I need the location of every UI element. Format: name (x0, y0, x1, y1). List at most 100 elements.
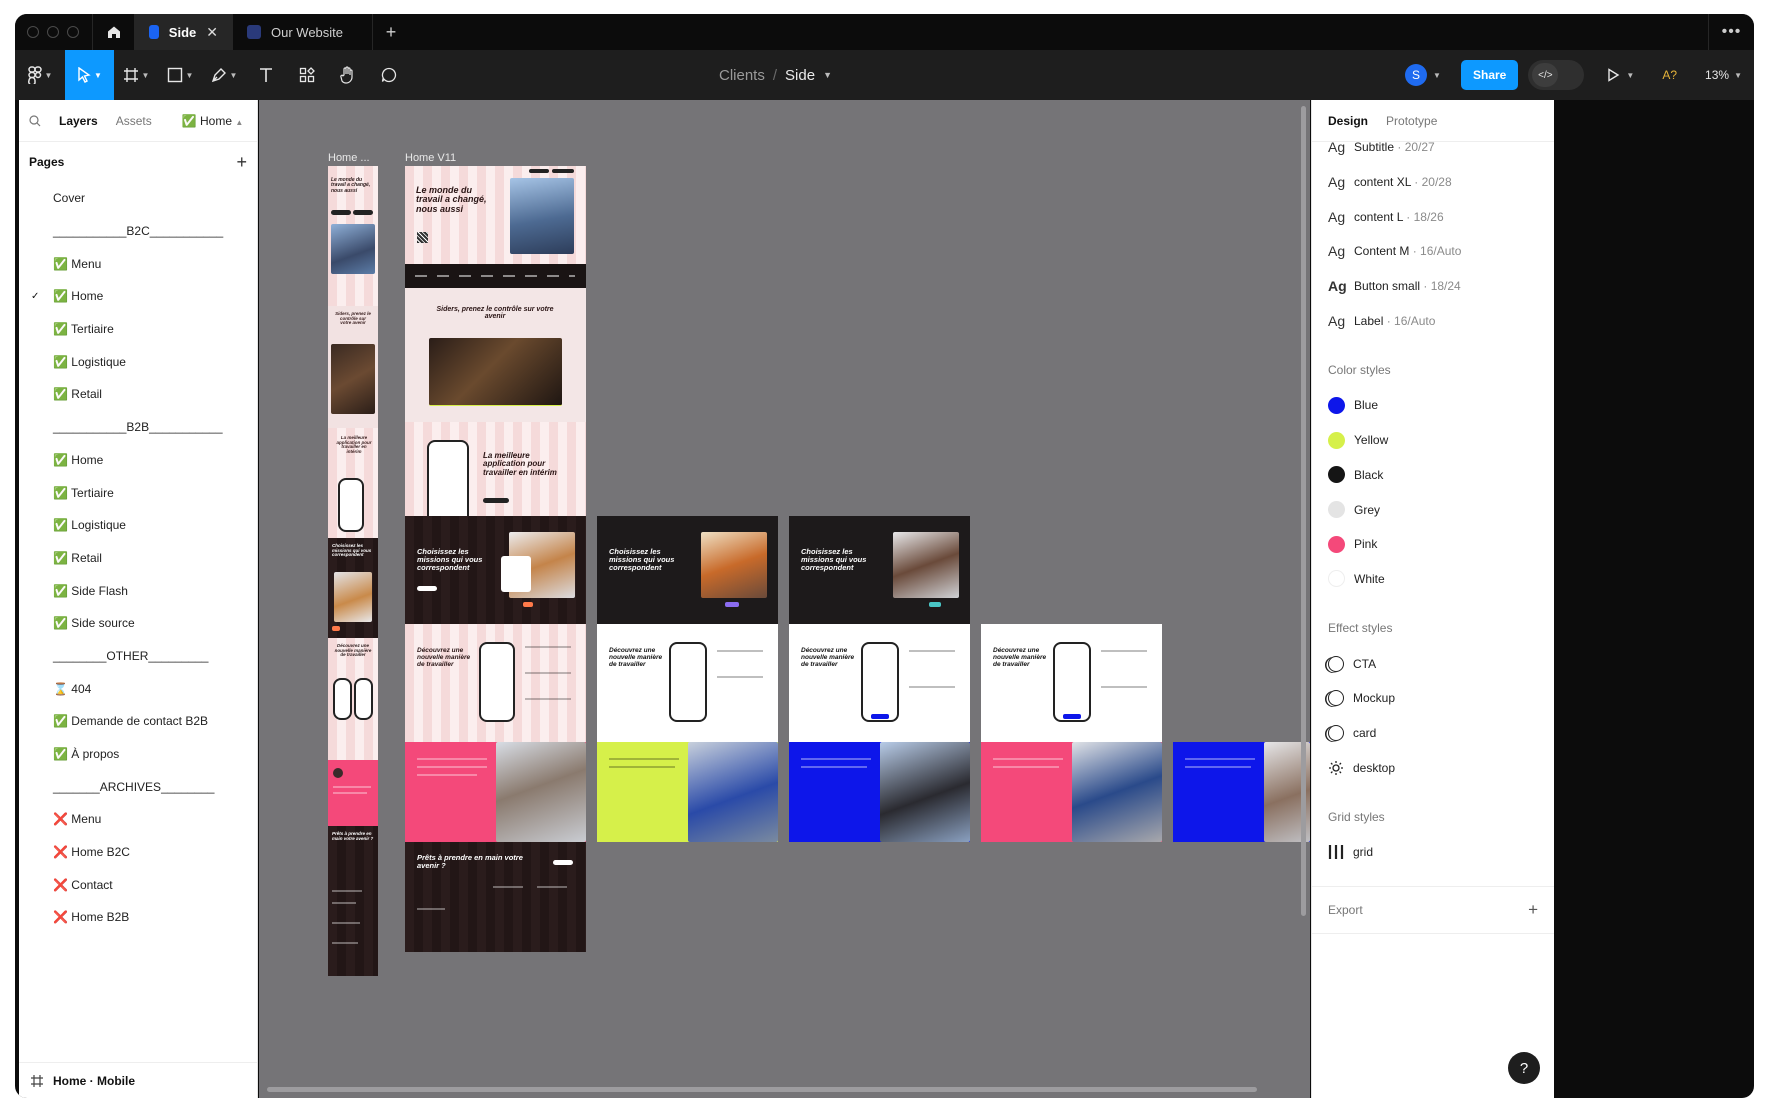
color-style-item[interactable]: Grey (1312, 492, 1554, 527)
mobile-decouvrez-section[interactable]: Découvrez une nouvelle manière de travai… (328, 638, 378, 760)
home-tab[interactable] (93, 14, 135, 50)
effect-style-item[interactable]: desktop (1312, 750, 1554, 785)
page-item[interactable]: ✅ Side Flash (19, 574, 257, 607)
horizontal-scrollbar[interactable] (267, 1087, 1257, 1092)
tab-assets[interactable]: Assets (116, 114, 152, 128)
effect-style-item[interactable]: Mockup (1312, 681, 1554, 716)
decouvrez-variant-3[interactable]: Découvrez une nouvelle manière de travai… (789, 624, 970, 742)
color-style-item[interactable]: Yellow (1312, 423, 1554, 458)
tab-side[interactable]: Side ✕ (135, 14, 233, 50)
page-item[interactable]: ❌ Home B2B (19, 901, 257, 934)
help-button[interactable]: ? (1508, 1052, 1540, 1084)
multiplayer-avatars[interactable]: S ▼ (1405, 64, 1453, 86)
text-style-item[interactable]: Ag content XL · 20/28 (1312, 165, 1554, 200)
layer-row[interactable]: Home · Mobile (19, 1062, 257, 1098)
text-style-item[interactable]: Ag Button small · 18/24 (1312, 269, 1554, 304)
page-item[interactable]: ✅ Home (19, 444, 257, 477)
siders-section[interactable]: Siders, prenez le contrôle sur votre ave… (405, 288, 586, 422)
missions-variant-2[interactable]: Choisissez les missions qui vous corresp… (597, 516, 778, 624)
hero-section[interactable]: Le monde du travail a changé, nous aussi (405, 166, 586, 264)
page-item[interactable]: Cover (19, 182, 257, 215)
testimonial-section[interactable] (405, 742, 586, 842)
minimize-window-button[interactable] (47, 26, 59, 38)
export-section[interactable]: Export + (1312, 885, 1554, 934)
effect-style-item[interactable]: CTA (1312, 646, 1554, 681)
pen-tool[interactable]: ▼ (202, 50, 246, 100)
color-style-item[interactable]: White (1312, 562, 1554, 597)
testimonial-variant-blue[interactable] (789, 742, 970, 842)
page-item[interactable]: ✅ Menu (19, 247, 257, 280)
page-item[interactable]: ⌛ 404 (19, 672, 257, 705)
page-item[interactable]: ✅ Retail (19, 378, 257, 411)
mobile-footer-section[interactable]: Prêts à prendre en main votre avenir ? (328, 826, 378, 976)
share-button[interactable]: Share (1461, 60, 1519, 90)
mobile-hero-section[interactable]: Le monde du travail a changé, nous aussi (328, 166, 378, 306)
text-style-item[interactable]: Ag Label · 16/Auto (1312, 303, 1554, 338)
page-item[interactable]: ✅ Tertiaire (19, 476, 257, 509)
effect-style-item[interactable]: card (1312, 716, 1554, 751)
breadcrumb-file[interactable]: Side (785, 67, 815, 84)
frame-label-mobile[interactable]: Home ... (328, 152, 370, 164)
page-item[interactable]: ✅ À propos (19, 738, 257, 771)
page-item[interactable]: ✅ Retail (19, 542, 257, 575)
footer-section[interactable]: Prêts à prendre en main votre avenir ? (405, 842, 586, 952)
tab-design[interactable]: Design (1328, 114, 1368, 128)
page-item[interactable]: ❌ Menu (19, 803, 257, 836)
decouvrez-variant-4[interactable]: Découvrez une nouvelle manière de travai… (981, 624, 1162, 742)
close-window-button[interactable] (27, 26, 39, 38)
tab-layers[interactable]: Layers (59, 114, 98, 128)
tab-prototype[interactable]: Prototype (1386, 114, 1437, 128)
grid-style-item[interactable]: grid (1312, 835, 1554, 870)
vertical-scrollbar[interactable] (1301, 106, 1306, 916)
more-menu-icon[interactable]: ••• (1708, 14, 1754, 50)
color-style-item[interactable]: Pink (1312, 527, 1554, 562)
hand-tool[interactable] (328, 50, 368, 100)
decouvrez-variant-2[interactable]: Découvrez une nouvelle manière de travai… (597, 624, 778, 742)
zoom-control[interactable]: 13% ▼ (1705, 68, 1742, 82)
frame-tool[interactable]: ▼ (114, 50, 158, 100)
page-item[interactable]: ❌ Contact (19, 868, 257, 901)
page-item[interactable]: ✅ Side source (19, 607, 257, 640)
mobile-missions-section[interactable]: Choisissez les missions qui vous corresp… (328, 538, 378, 638)
comment-tool[interactable] (368, 50, 410, 100)
logos-strip[interactable] (405, 264, 586, 288)
page-item[interactable]: ✅ Tertiaire (19, 313, 257, 346)
chevron-down-icon[interactable]: ▼ (823, 70, 832, 80)
page-divider-b2b[interactable]: ___________B2B___________ (19, 411, 257, 444)
main-menu-button[interactable]: ▼ (15, 50, 65, 100)
mobile-siders-section[interactable]: Siders, prenez le contrôle sur votre ave… (328, 306, 378, 428)
canvas[interactable]: Home ... Home V11 Le monde du travail a … (259, 100, 1310, 1098)
text-style-item[interactable]: Ag content L · 18/26 (1312, 199, 1554, 234)
new-tab-button[interactable]: + (373, 22, 409, 43)
missions-variant-3[interactable]: Choisissez les missions qui vous corresp… (789, 516, 970, 624)
mobile-testimonial-section[interactable] (328, 760, 378, 826)
maximize-window-button[interactable] (67, 26, 79, 38)
page-divider-archives[interactable]: _______ARCHIVES________ (19, 770, 257, 803)
page-item[interactable]: ✅ Logistique (19, 509, 257, 542)
shape-tool[interactable]: ▼ (158, 50, 202, 100)
missions-section[interactable]: Choisissez les missions qui vous corresp… (405, 516, 586, 624)
breadcrumb-project[interactable]: Clients (719, 67, 765, 84)
add-page-button[interactable]: + (236, 152, 247, 173)
testimonial-variant-yellow[interactable] (597, 742, 778, 842)
present-button[interactable]: ▼ (1606, 68, 1650, 82)
frame-label-desktop[interactable]: Home V11 (405, 152, 456, 164)
text-tool[interactable] (246, 50, 286, 100)
text-style-item[interactable]: Ag Subtitle · 20/27 (1312, 130, 1554, 165)
app-section[interactable]: La meilleure application pour travailler… (405, 422, 586, 516)
dev-mode-toggle[interactable]: </> (1528, 60, 1585, 90)
decouvrez-section[interactable]: Découvrez une nouvelle manière de travai… (405, 624, 586, 742)
page-item-current[interactable]: ✓ ✅ Home (19, 280, 257, 313)
close-tab-icon[interactable]: ✕ (206, 24, 218, 41)
tab-our-website[interactable]: Our Website (233, 14, 373, 50)
page-divider-b2c[interactable]: ___________B2C___________ (19, 215, 257, 248)
testimonial-variant-blue-2[interactable] (1173, 742, 1310, 842)
testimonial-variant-pink[interactable] (981, 742, 1162, 842)
search-icon[interactable] (29, 114, 41, 127)
page-item[interactable]: ❌ Home B2C (19, 836, 257, 869)
add-export-button[interactable]: + (1528, 900, 1538, 920)
page-picker[interactable]: ✅ Home ▲ (182, 114, 244, 128)
move-tool[interactable]: ▼ (65, 50, 114, 100)
page-item[interactable]: ✅ Logistique (19, 345, 257, 378)
page-divider-other[interactable]: ________OTHER_________ (19, 640, 257, 673)
